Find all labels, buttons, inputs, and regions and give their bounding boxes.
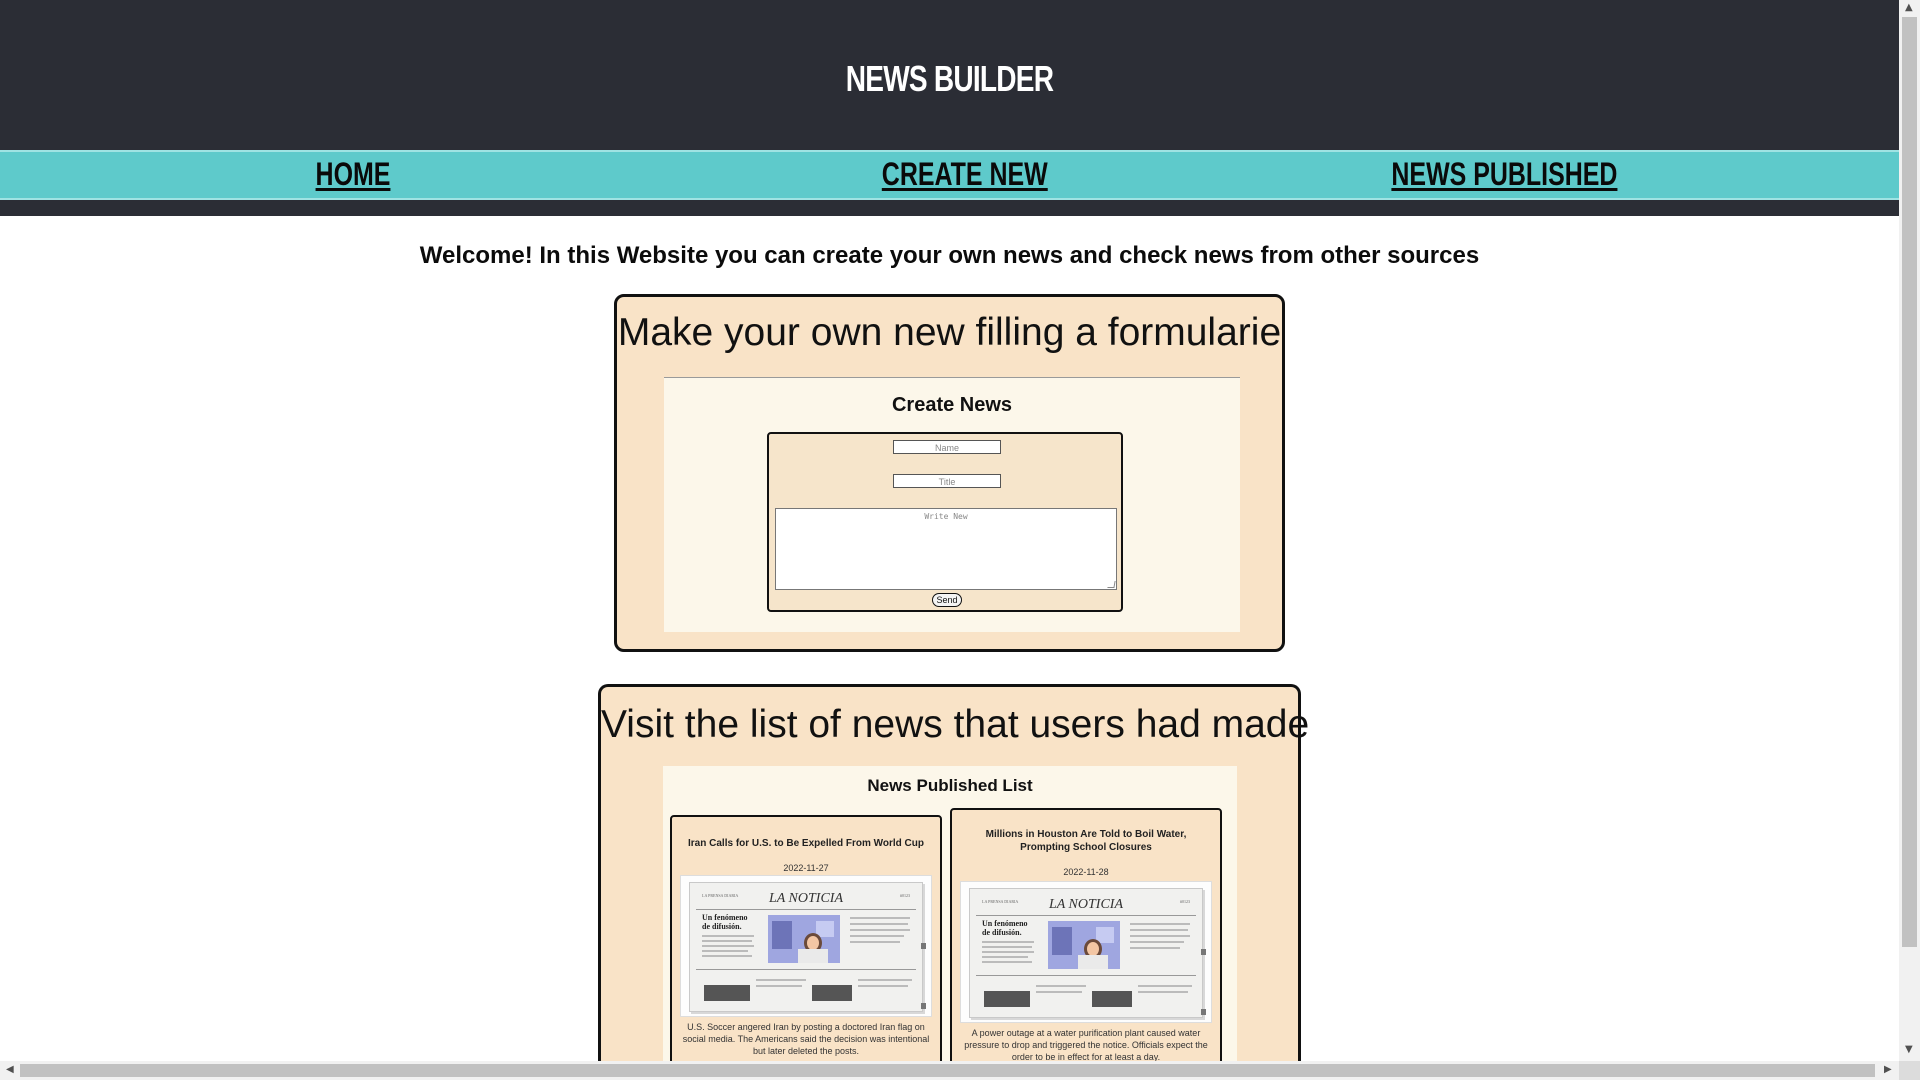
scroll-right-icon[interactable]: ▶	[1884, 1064, 1892, 1075]
site-logo: NEWS BUILDER	[845, 58, 1054, 99]
create-news-panel: Create News Name Title Write New Send	[664, 377, 1240, 632]
news-list-title: News Published List	[867, 776, 1033, 795]
news-description: A power outage at a water purification p…	[964, 1028, 1208, 1061]
paper-headline: Un fenómeno de difusión.	[982, 919, 1028, 937]
list-section: Visit the list of news that users had ma…	[598, 684, 1310, 1061]
site-header: NEWS BUILDER HOME CREATE NEW NEWS PUBLIS…	[0, 0, 1899, 216]
create-news-title: Create News	[891, 394, 1013, 416]
news-title: Iran Calls for U.S. to Be Expelled From …	[688, 838, 924, 849]
paper-illustration	[768, 915, 840, 963]
news-date: 2022-11-28	[1063, 867, 1109, 877]
nav-link-home[interactable]: HOME	[302, 156, 403, 193]
resize-handle-icon[interactable]	[1107, 581, 1116, 588]
paper-masthead: LA NOTICIA	[1048, 897, 1124, 912]
scroll-left-icon[interactable]: ◀	[6, 1064, 14, 1075]
send-button[interactable]: Send	[932, 593, 962, 607]
scroll-up-icon[interactable]: ▲	[1905, 2, 1913, 13]
create-section-title: Make your own new filling a formularie	[617, 311, 1282, 354]
title-input[interactable]: Title	[893, 474, 1001, 488]
newspaper-image: LA PRENSA DIARIA #0123 LA NOTICIA Un fen…	[680, 875, 932, 1017]
news-description: U.S. Soccer angered Iran by posting a do…	[682, 1022, 930, 1056]
paper-headline: Un fenómeno de difusión.	[702, 913, 748, 931]
news-card[interactable]: Millions in Houston Are Told to Boil Wat…	[950, 808, 1222, 1061]
scroll-down-icon[interactable]: ▼	[1905, 1044, 1913, 1055]
page: NEWS BUILDER HOME CREATE NEW NEWS PUBLIS…	[0, 0, 1899, 1061]
create-news-form: Name Title Write New Send	[767, 432, 1123, 612]
newspaper-image: LA PRENSA DIARIA #0123 LA NOTICIA Un fen…	[960, 881, 1212, 1023]
scrollbar-corner	[1899, 1061, 1920, 1080]
create-section: Make your own new filling a formularie C…	[614, 294, 1285, 652]
horizontal-scroll-thumb[interactable]	[20, 1064, 1875, 1077]
name-input[interactable]: Name	[893, 440, 1001, 454]
nav-bar: HOME CREATE NEW NEWS PUBLISHED	[0, 150, 1899, 200]
news-title: Millions in Houston Are Told to Boil Wat…	[985, 829, 1187, 853]
paper-masthead: LA NOTICIA	[768, 891, 844, 906]
nav-link-news-published[interactable]: NEWS PUBLISHED	[1391, 156, 1617, 193]
news-body-placeholder: Write New	[924, 512, 968, 521]
list-section-title: Visit the list of news that users had ma…	[601, 703, 1310, 746]
news-card[interactable]: Iran Calls for U.S. to Be Expelled From …	[670, 815, 942, 1061]
vertical-scroll-thumb[interactable]	[1902, 17, 1917, 947]
nav-link-create-new[interactable]: CREATE NEW	[882, 156, 1048, 193]
news-date: 2022-11-27	[783, 863, 829, 873]
news-list-panel: News Published List Iran Calls for U.S. …	[663, 766, 1237, 1061]
welcome-text: Welcome! In this Website you can create …	[419, 242, 1480, 269]
paper-illustration	[1048, 921, 1120, 969]
news-body-textarea[interactable]: Write New	[775, 508, 1117, 590]
